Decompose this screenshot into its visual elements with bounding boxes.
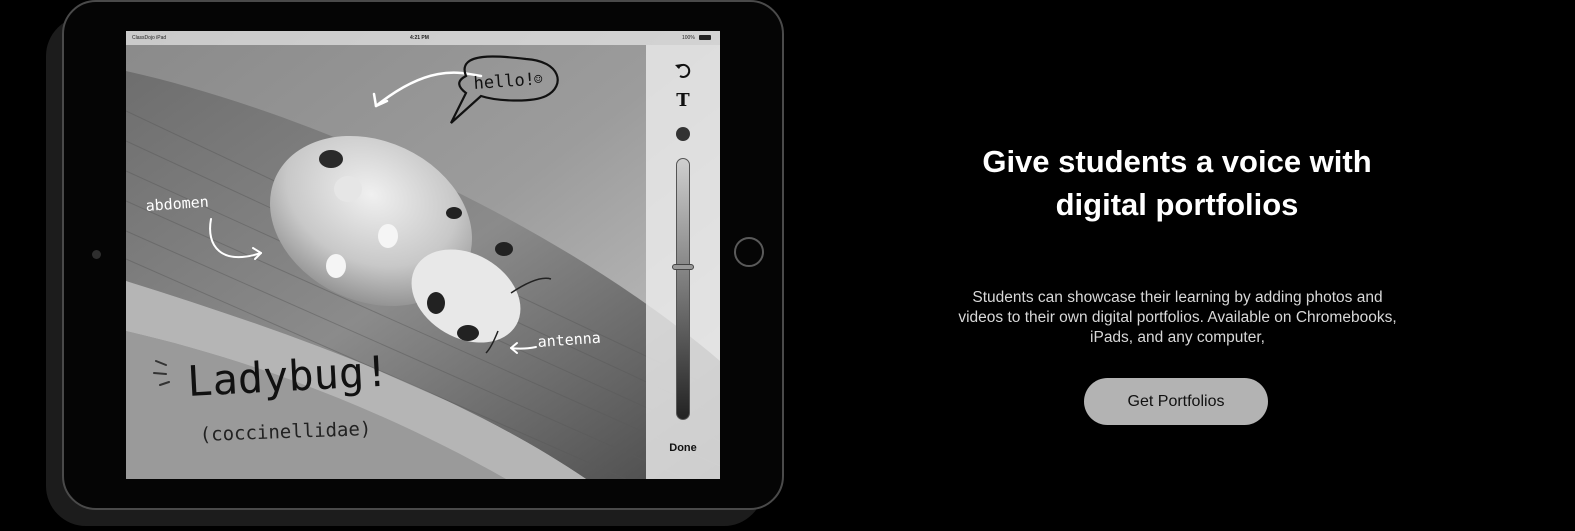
done-button[interactable]: Done <box>660 442 706 454</box>
get-portfolios-button[interactable]: Get Portfolios <box>1084 378 1268 425</box>
brush-size-slider[interactable] <box>676 158 690 420</box>
headline-line-1: Give students a voice with <box>982 144 1372 179</box>
ipad-home-button <box>734 237 764 267</box>
description-text: Students can showcase their learning by … <box>958 289 1397 346</box>
tool-panel-layer: T Done <box>126 31 720 479</box>
brush-size-slider-thumb[interactable] <box>672 264 694 270</box>
color-picker-dot[interactable] <box>676 127 690 141</box>
text-tool-icon[interactable]: T <box>673 92 693 110</box>
undo-icon[interactable] <box>674 61 692 79</box>
headline: Give students a voice with digital portf… <box>930 140 1424 226</box>
ipad-camera <box>92 250 101 259</box>
headline-line-2: digital portfolios <box>1055 187 1299 222</box>
